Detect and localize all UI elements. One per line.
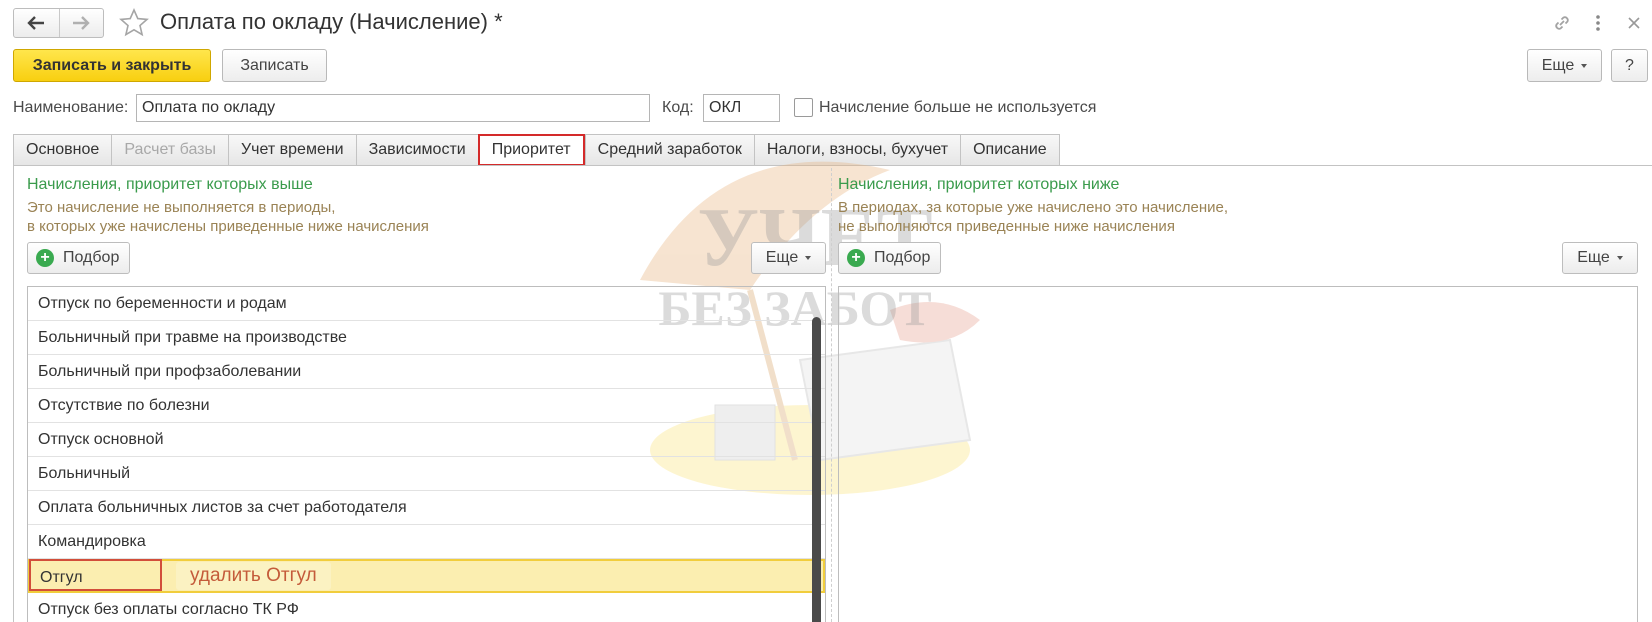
- left-pick-label: Подбор: [63, 249, 120, 266]
- annotation-callout: удалить Отгул: [176, 562, 331, 590]
- list-item[interactable]: Оплата больничных листов за счет работод…: [28, 491, 825, 525]
- list-item[interactable]: Отпуск основной: [28, 423, 825, 457]
- left-section-desc-1: Это начисление не выполняется в периоды,: [27, 199, 336, 216]
- list-item[interactable]: Больничный при профзаболевании: [28, 355, 825, 389]
- close-icon: [1628, 17, 1640, 29]
- list-item[interactable]: Отпуск без оплаты согласно ТК РФ: [28, 593, 825, 622]
- tab-time-accounting[interactable]: Учет времени: [228, 134, 356, 166]
- tab-average-earnings[interactable]: Средний заработок: [584, 134, 754, 166]
- kebab-menu-icon: [1596, 15, 1600, 31]
- not-used-checkbox[interactable]: [794, 98, 813, 117]
- higher-priority-list[interactable]: Отпуск по беременности и родам Больничны…: [27, 286, 826, 622]
- nav-buttons: [13, 8, 104, 38]
- menu-button[interactable]: [1580, 10, 1616, 36]
- page-title: Оплата по окладу (Начисление) *: [160, 9, 503, 34]
- right-more-button[interactable]: Еще: [1562, 242, 1638, 274]
- tab-priority[interactable]: Приоритет: [477, 134, 585, 166]
- right-section-desc-2: не выполняются приведенные ниже начислен…: [838, 218, 1175, 235]
- forward-button[interactable]: [58, 9, 104, 37]
- star-icon[interactable]: [118, 7, 150, 39]
- tab-base-calc: Расчет базы: [111, 134, 228, 166]
- name-input[interactable]: Оплата по окладу: [136, 94, 650, 122]
- left-section-title: Начисления, приоритет которых выше: [27, 176, 313, 193]
- list-item[interactable]: Отсутствие по болезни: [28, 389, 825, 423]
- highlight-box: [29, 559, 162, 591]
- left-more-label: Еще: [765, 249, 799, 266]
- more-label: Еще: [1541, 56, 1575, 74]
- right-section-desc-1: В периодах, за которые уже начислено это…: [838, 199, 1228, 216]
- list-item[interactable]: Командировка: [28, 525, 825, 559]
- right-more-label: Еще: [1577, 249, 1610, 266]
- arrow-left-icon: [27, 16, 45, 30]
- caret-down-icon: [805, 256, 812, 260]
- right-section-title: Начисления, приоритет которых ниже: [838, 176, 1120, 193]
- column-splitter[interactable]: [831, 168, 832, 622]
- right-pick-button[interactable]: + Подбор: [838, 242, 942, 274]
- more-button[interactable]: Еще: [1527, 49, 1602, 82]
- list-item[interactable]: Отпуск по беременности и родам: [28, 287, 825, 321]
- tab-taxes[interactable]: Налоги, взносы, бухучет: [753, 134, 961, 166]
- plus-circle-icon: +: [36, 249, 54, 267]
- lower-priority-list[interactable]: [838, 286, 1638, 622]
- tab-main[interactable]: Основное: [13, 134, 112, 166]
- arrow-right-icon: [73, 16, 90, 30]
- caret-down-icon: [1581, 63, 1588, 68]
- code-input[interactable]: ОКЛ: [703, 94, 780, 122]
- plus-circle-icon: +: [847, 249, 865, 267]
- save-and-close-button[interactable]: Записать и закрыть: [13, 49, 211, 82]
- list-item-selected[interactable]: Отгул: [28, 559, 825, 593]
- close-button[interactable]: [1616, 10, 1652, 36]
- right-pick-label: Подбор: [874, 249, 931, 266]
- left-section-desc-2: в которых уже начислены приведенные ниже…: [27, 218, 429, 235]
- back-button[interactable]: [14, 9, 59, 37]
- list-item[interactable]: Больничный: [28, 457, 825, 491]
- list-scrollbar[interactable]: [812, 317, 821, 622]
- not-used-label: Начисление больше не используется: [819, 99, 1097, 116]
- help-button[interactable]: ?: [1611, 49, 1648, 82]
- caret-down-icon: [1616, 256, 1623, 260]
- name-label: Наименование:: [13, 99, 129, 116]
- tab-bar: Основное Расчет базы Учет времени Зависи…: [13, 134, 1060, 166]
- left-pick-button[interactable]: + Подбор: [27, 242, 131, 274]
- code-label: Код:: [662, 99, 694, 116]
- left-more-button[interactable]: Еще: [751, 242, 826, 274]
- link-icon: [1555, 16, 1569, 30]
- tab-dependencies[interactable]: Зависимости: [355, 134, 478, 166]
- save-button[interactable]: Записать: [222, 49, 327, 82]
- title-bar: Оплата по окладу (Начисление) *: [0, 0, 1652, 46]
- list-item[interactable]: Больничный при травме на производстве: [28, 321, 825, 355]
- link-button[interactable]: [1544, 10, 1580, 36]
- tab-description[interactable]: Описание: [960, 134, 1060, 166]
- window-controls: [1544, 10, 1652, 36]
